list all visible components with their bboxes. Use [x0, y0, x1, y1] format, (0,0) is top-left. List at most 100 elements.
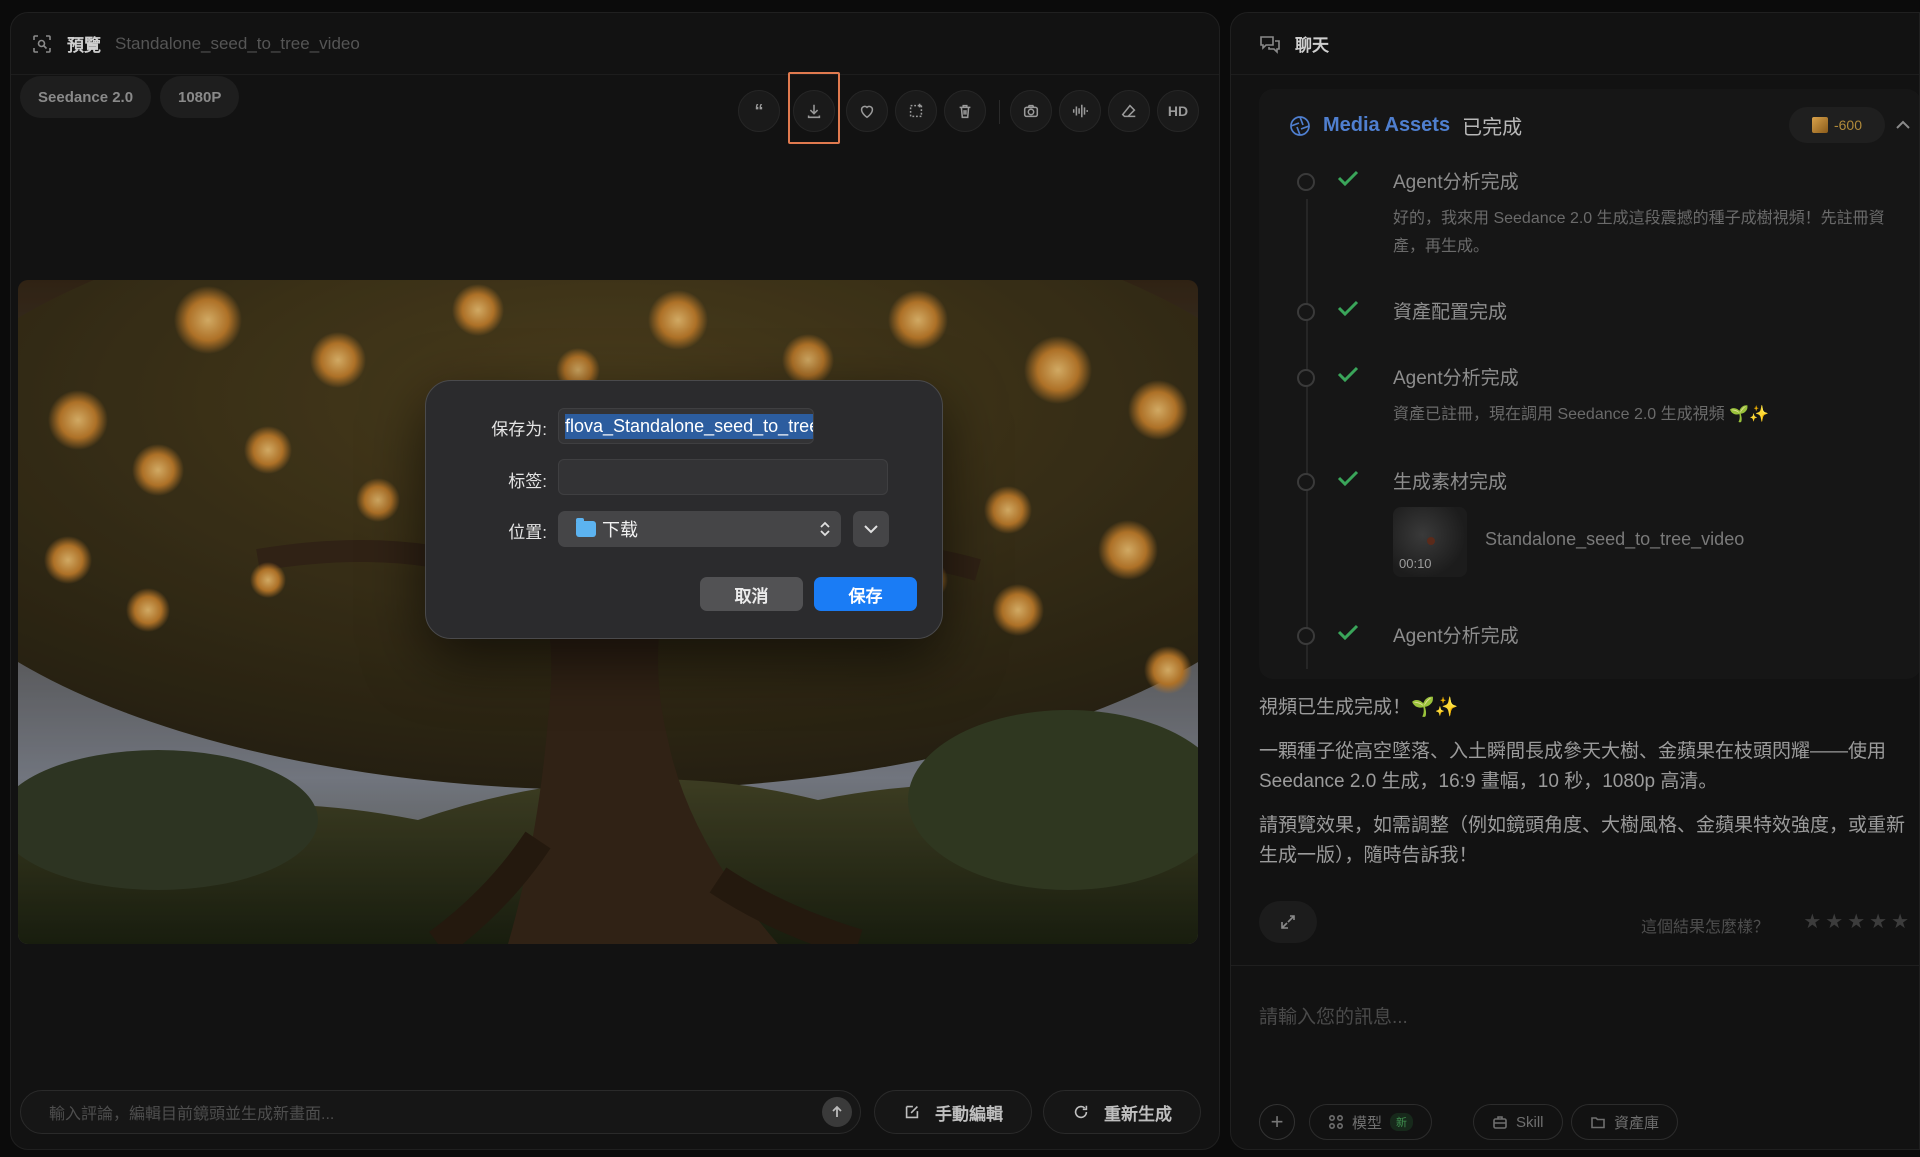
check-icon [1337, 623, 1359, 646]
save-as-value: flova_Standalone_seed_to_tree_vide [565, 413, 813, 439]
location-value: 下载 [602, 520, 638, 540]
step-desc: 好的，我來用 Seedance 2.0 生成這段震撼的種子成樹視頻！先註冊資產，… [1393, 210, 1885, 255]
step-label: 資產配置完成 [1393, 302, 1508, 323]
location-select[interactable]: 下载 [558, 511, 841, 547]
save-as-label: 保存为: [491, 420, 547, 439]
video-duration: 00:10 [1399, 556, 1432, 571]
star-rating[interactable]: ★ ★ ★ ★ ★ [1803, 909, 1909, 934]
quote-icon: “ [754, 101, 764, 121]
preview-header: 預覽 Standalone_seed_to_tree_video [11, 13, 1219, 75]
preview-subtitle: Standalone_seed_to_tree_video [115, 33, 360, 53]
regenerate-label: 重新生成 [1104, 1104, 1172, 1124]
grid-icon [1328, 1114, 1344, 1130]
star-icon[interactable]: ★ [1847, 909, 1865, 934]
download-button-highlight [788, 72, 840, 144]
toolbar-divider [999, 100, 1000, 124]
step-desc: 資產已註冊，現在調用 Seedance 2.0 生成視頻 🌱✨ [1393, 406, 1769, 423]
preview-scan-icon [29, 31, 55, 57]
chat-input-area[interactable]: 請輸入您的訊息... + 模型 新 Skill 資產庫 [1231, 965, 1919, 1149]
step-dot [1297, 627, 1315, 645]
crop-button[interactable] [895, 90, 937, 132]
crop-icon [909, 103, 923, 118]
check-icon [1337, 299, 1359, 322]
toolbox-icon [1493, 1116, 1507, 1129]
comment-placeholder: 輸入評論，編輯目前鏡頭並生成新畫面... [49, 1106, 335, 1123]
model-label: 模型 [1352, 1114, 1383, 1132]
hd-label: HD [1167, 103, 1189, 119]
model-button[interactable]: 模型 新 [1309, 1104, 1433, 1140]
assistant-message-3: 請預覽效果，如需調整（例如鏡頭角度、大樹風格、金蘋果特效強度，或重新生成一版），… [1259, 815, 1906, 866]
folder-icon [576, 518, 596, 537]
regenerate-button[interactable]: 重新生成 [1043, 1090, 1201, 1134]
feedback-row: 這個結果怎麼樣？ ★ ★ ★ ★ ★ [1259, 901, 1909, 943]
skill-button[interactable]: Skill [1473, 1104, 1563, 1140]
step-dot [1297, 303, 1315, 321]
asset-library-label: 資產庫 [1614, 1114, 1660, 1132]
folder-icon [1591, 1117, 1605, 1129]
aperture-icon [1290, 115, 1310, 136]
save-as-field[interactable]: flova_Standalone_seed_to_tree_vide [558, 408, 814, 444]
add-attachment-button[interactable]: + [1259, 1104, 1295, 1140]
app-root: 預覽 Standalone_seed_to_tree_video Seedanc… [0, 0, 1920, 1157]
chevron-up-icon[interactable] [1895, 117, 1911, 135]
edit-icon [905, 1105, 919, 1119]
assistant-message-2: 一顆種子從高空墜落、入土瞬間長成參天大樹、金蘋果在枝頭閃耀——使用 Seedan… [1259, 741, 1887, 792]
media-assets-card: Media Assets 已完成 -600 Agent分析完成 好的，我來用 S… [1259, 89, 1919, 679]
step-label: Agent分析完成 [1393, 368, 1519, 389]
eraser-button[interactable] [1108, 90, 1150, 132]
step-dot [1297, 173, 1315, 191]
step-label: Agent分析完成 [1393, 626, 1519, 647]
eraser-icon [1121, 104, 1136, 118]
media-assets-title: Media Assets [1323, 114, 1451, 136]
expand-dialog-button[interactable] [853, 511, 889, 547]
updown-chevron-icon [820, 521, 830, 537]
asset-library-button[interactable]: 資產庫 [1571, 1104, 1679, 1140]
manual-edit-label: 手動編輯 [935, 1104, 1003, 1124]
audio-wave-icon [1072, 104, 1088, 118]
star-icon[interactable]: ★ [1869, 909, 1887, 934]
heart-icon [860, 105, 874, 119]
star-icon[interactable]: ★ [1803, 909, 1821, 934]
share-icon [1281, 915, 1295, 929]
step-label: Agent分析完成 [1393, 172, 1519, 193]
chevron-down-icon [864, 525, 878, 534]
screenshot-button[interactable] [1010, 90, 1052, 132]
location-label: 位置: [508, 523, 547, 542]
save-button[interactable]: 保存 [814, 577, 917, 611]
video-asset-name[interactable]: Standalone_seed_to_tree_video [1485, 529, 1744, 550]
manual-edit-button[interactable]: 手動編輯 [874, 1090, 1032, 1134]
chat-title: 聊天 [1295, 36, 1329, 55]
assistant-message-1: 視頻已生成完成！🌱✨ [1259, 697, 1459, 718]
step-label: 生成素材完成 [1393, 472, 1508, 493]
resolution-chip[interactable]: 1080P [160, 76, 240, 118]
skill-label: Skill [1516, 1113, 1544, 1131]
chat-bubble-icon [1257, 31, 1283, 57]
hd-button[interactable]: HD [1157, 90, 1199, 132]
audio-button[interactable] [1059, 90, 1101, 132]
cancel-button[interactable]: 取消 [700, 577, 803, 611]
credit-badge: -600 [1789, 107, 1885, 143]
camera-icon [1023, 104, 1039, 118]
step-dot [1297, 369, 1315, 387]
trash-icon [959, 104, 971, 119]
star-icon[interactable]: ★ [1825, 909, 1843, 934]
quote-button[interactable]: “ [738, 90, 780, 132]
media-assets-header[interactable]: Media Assets 已完成 [1289, 111, 1522, 140]
new-badge: 新 [1390, 1113, 1414, 1131]
comment-input[interactable]: 輸入評論，編輯目前鏡頭並生成新畫面... [20, 1090, 861, 1134]
thumbnail-spot [1427, 537, 1435, 545]
video-asset-thumbnail[interactable]: 00:10 [1393, 507, 1467, 577]
favorite-button[interactable] [846, 90, 888, 132]
save-dialog: 保存为: flova_Standalone_seed_to_tree_vide … [425, 380, 943, 639]
delete-button[interactable] [944, 90, 986, 132]
share-button[interactable] [1259, 901, 1317, 943]
star-icon[interactable]: ★ [1891, 909, 1909, 934]
tags-label: 标签: [508, 472, 547, 491]
timeline-line [1306, 199, 1308, 669]
send-comment-button[interactable] [822, 1097, 852, 1127]
refresh-icon [1074, 1105, 1088, 1119]
chat-panel: 聊天 Media Assets 已完成 -600 Agent分析完成 好的，我來… [1230, 12, 1920, 1150]
model-chip[interactable]: Seedance 2.0 [20, 76, 152, 118]
chat-input-placeholder: 請輸入您的訊息... [1259, 1007, 1408, 1028]
tags-field[interactable] [558, 459, 888, 495]
